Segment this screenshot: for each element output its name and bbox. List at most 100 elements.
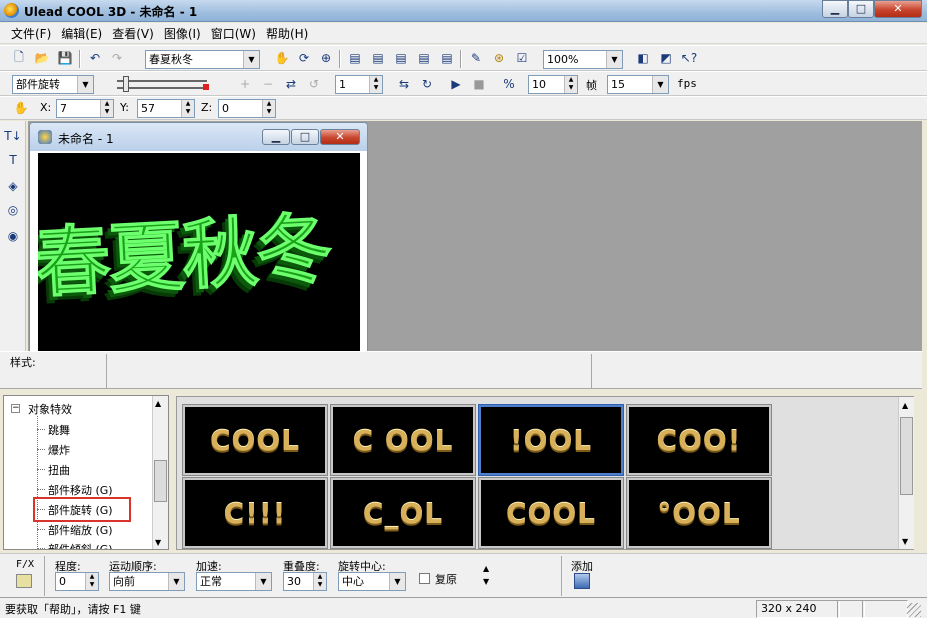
ping-pong-icon[interactable]: ⇆ <box>395 75 413 93</box>
web-icon[interactable]: ◩ <box>657 49 675 67</box>
save-icon[interactable]: 💾 <box>56 49 74 67</box>
open-folder-icon[interactable]: 📂 <box>33 49 51 67</box>
tree-item-part-rotate[interactable]: 部件旋转 (G) <box>48 502 113 518</box>
tree-root-object-effects[interactable]: 对象特效 <box>28 401 72 417</box>
spinner-arrows-icon[interactable]: ▲ ▼ <box>262 100 275 117</box>
tree-item-part-move[interactable]: 部件移动 (G) <box>48 482 113 498</box>
spinner-arrows-icon[interactable]: ▲ ▼ <box>564 76 577 93</box>
scroll-thumb[interactable] <box>154 460 167 502</box>
edit-shape-icon[interactable]: ◎ <box>4 201 22 219</box>
view-bottom-icon[interactable]: ▤ <box>415 49 433 67</box>
order-combo[interactable]: 向前 ▼ <box>109 572 185 591</box>
chevron-down-icon[interactable]: ▼ <box>243 51 259 68</box>
menu-image[interactable]: 图像(I) <box>159 25 206 42</box>
menu-edit[interactable]: 编辑(E) <box>56 25 107 42</box>
y-spinner[interactable]: 57 ▲ ▼ <box>137 99 195 118</box>
menu-help[interactable]: 帮助(H) <box>261 25 313 42</box>
chevron-down-icon[interactable]: ▼ <box>255 573 271 590</box>
effect-thumbnail[interactable]: °OOL <box>627 478 771 548</box>
fx-icon[interactable] <box>16 574 32 588</box>
scroll-thumb[interactable] <box>900 417 913 495</box>
z-spinner[interactable]: 0 ▲ ▼ <box>218 99 276 118</box>
title-bar[interactable]: Ulead COOL 3D - 未命名 - 1 ▁ □ ✕ <box>0 0 927 22</box>
chevron-down-icon[interactable]: ▼ <box>168 573 184 590</box>
tree-item-explode[interactable]: 爆炸 <box>48 442 70 458</box>
document-minimize-button[interactable]: ▁ <box>262 129 290 145</box>
menu-file[interactable]: 文件(F) <box>6 25 56 42</box>
insert-text-icon[interactable]: T↓ <box>4 127 22 145</box>
effect-thumbnail[interactable]: COO! <box>627 405 771 475</box>
preview-icon[interactable]: ☑ <box>513 49 531 67</box>
maximize-button[interactable]: □ <box>848 0 874 18</box>
collapse-icon[interactable]: − <box>11 404 20 413</box>
tree-item-dance[interactable]: 跳舞 <box>48 422 70 438</box>
spinner-arrows-icon[interactable]: ▲ ▼ <box>85 573 98 590</box>
effect-thumbnail[interactable]: C!!! <box>183 478 327 548</box>
effect-thumbnail[interactable]: COOL <box>183 405 327 475</box>
object-manager-icon[interactable]: ◉ <box>4 227 22 245</box>
insert-shape-icon[interactable]: ◈ <box>4 177 22 195</box>
zoom-combo[interactable]: 100% ▼ <box>543 50 623 69</box>
percent-icon[interactable]: % <box>500 75 518 93</box>
spinner-arrows-icon[interactable]: ▲ ▼ <box>313 573 326 590</box>
thumbnails-scrollbar[interactable]: ▲ ▼ <box>898 397 914 549</box>
effect-thumbnail-selected[interactable]: !OOL <box>479 405 623 475</box>
timeline-slider[interactable] <box>105 75 213 94</box>
loop-icon[interactable]: ↻ <box>418 75 436 93</box>
add-effect-button[interactable] <box>574 573 590 589</box>
undo-icon[interactable]: ↶ <box>86 49 104 67</box>
edit-text-icon[interactable]: T <box>4 151 22 169</box>
chevron-down-icon[interactable]: ▼ <box>389 573 405 590</box>
tree-scrollbar[interactable]: ▲ ▼ <box>152 396 168 549</box>
loop-back-icon[interactable]: ↺ <box>305 75 323 93</box>
restore-checkbox[interactable] <box>419 573 430 584</box>
light-icon[interactable]: ✎ <box>467 49 485 67</box>
hand-move-icon[interactable]: ✋ <box>273 49 291 67</box>
view-front-icon[interactable]: ▤ <box>346 49 364 67</box>
view-back-icon[interactable]: ▤ <box>369 49 387 67</box>
preview-canvas[interactable]: 春夏秋冬 <box>38 153 360 353</box>
document-close-button[interactable]: ✕ <box>320 129 360 145</box>
document-title-bar[interactable]: 未命名 - 1 ▁ □ ✕ <box>30 123 367 151</box>
view-side-icon[interactable]: ▤ <box>438 49 456 67</box>
spinner-arrows-icon[interactable]: ▲ ▼ <box>181 100 194 117</box>
redo-icon[interactable]: ↷ <box>108 49 126 67</box>
close-button[interactable]: ✕ <box>874 0 922 18</box>
total-frames-spinner[interactable]: 10 ▲ ▼ <box>528 75 578 94</box>
effect-thumbnail[interactable]: C_OL <box>331 478 475 548</box>
add-keyframe-icon[interactable]: + <box>236 75 254 93</box>
spinner-arrows-icon[interactable]: ▲ ▼ <box>100 100 113 117</box>
scroll-up-icon[interactable]: ▲ <box>155 399 161 408</box>
slider-thumb[interactable] <box>123 76 129 92</box>
menu-window[interactable]: 窗口(W) <box>206 25 261 42</box>
scroll-down-icon[interactable]: ▼ <box>155 538 161 547</box>
fps-combo[interactable]: 15 ▼ <box>607 75 669 94</box>
minimize-button[interactable]: ▁ <box>822 0 848 18</box>
play-icon[interactable]: ▶ <box>447 75 465 93</box>
spinner-arrows-icon[interactable]: ▲ ▼ <box>369 76 382 93</box>
remove-keyframe-icon[interactable]: − <box>259 75 277 93</box>
rotation-center-combo[interactable]: 中心 ▼ <box>338 572 406 591</box>
x-spinner[interactable]: 7 ▲ ▼ <box>56 99 114 118</box>
props-scroll-icon[interactable]: ▲ ▼ <box>483 562 489 588</box>
effect-thumbnail[interactable]: C OOL <box>331 405 475 475</box>
chevron-down-icon[interactable]: ▼ <box>606 51 622 68</box>
export-icon[interactable]: ◧ <box>634 49 652 67</box>
view-top-icon[interactable]: ▤ <box>392 49 410 67</box>
hand-icon[interactable]: ✋ <box>12 99 30 117</box>
accel-combo[interactable]: 正常 ▼ <box>196 572 272 591</box>
chevron-down-icon[interactable]: ▼ <box>652 76 668 93</box>
new-file-icon[interactable]: 🗋 <box>10 49 28 67</box>
stop-icon[interactable]: ■ <box>470 75 488 93</box>
overlap-spinner[interactable]: 30 ▲ ▼ <box>283 572 327 591</box>
globe-icon[interactable]: ⊛ <box>490 49 508 67</box>
scroll-up-icon[interactable]: ▲ <box>902 401 908 410</box>
rotate-icon[interactable]: ⟳ <box>295 49 313 67</box>
degree-spinner[interactable]: 0 ▲ ▼ <box>55 572 99 591</box>
current-frame-spinner[interactable]: 1 ▲ ▼ <box>335 75 383 94</box>
tree-item-part-tilt[interactable]: 部件倾斜 (G) <box>48 541 113 549</box>
context-help-icon[interactable]: ↖? <box>680 49 698 67</box>
chevron-down-icon[interactable]: ▼ <box>77 76 93 93</box>
tree-item-twist[interactable]: 扭曲 <box>48 462 70 478</box>
menu-view[interactable]: 查看(V) <box>107 25 159 42</box>
